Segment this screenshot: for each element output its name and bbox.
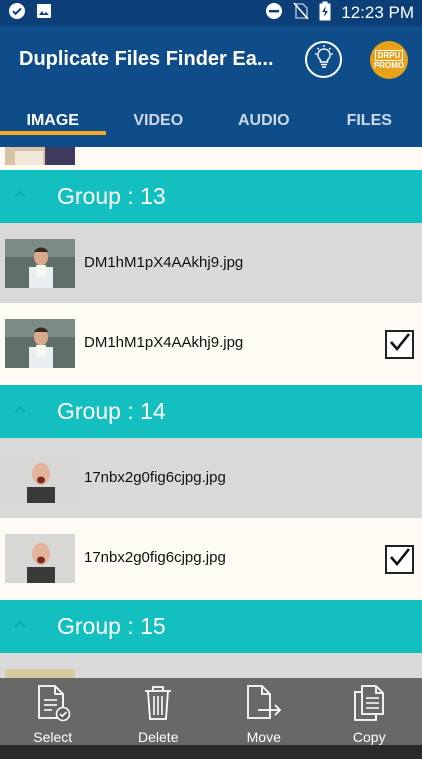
do-not-disturb-icon — [265, 2, 283, 25]
duplicate-list[interactable]: Group : 13 DM1hM1pX4AAkhj9.jpg DM1hM1pX4… — [0, 147, 422, 678]
tab-video[interactable]: VIDEO — [106, 94, 212, 147]
battery-charging-icon — [319, 1, 331, 26]
tips-button[interactable] — [305, 41, 342, 78]
copy-file-icon — [351, 684, 387, 727]
tab-files[interactable]: FILES — [317, 94, 422, 147]
app-bar: Duplicate Files Finder Ea... DRPU PROMO — [0, 26, 422, 94]
file-name: DM1hM1pX4AAkhj9.jpg — [84, 334, 244, 351]
select-button[interactable]: Select — [0, 678, 106, 745]
move-file-icon — [244, 684, 284, 727]
thumbnail-image — [5, 319, 75, 368]
list-item-partial[interactable] — [0, 147, 422, 170]
image-icon — [36, 3, 52, 24]
delete-button[interactable]: Delete — [106, 678, 212, 745]
list-item[interactable]: DM1hM1pX4AAkhj9.jpg — [0, 303, 422, 383]
group-header-13[interactable]: Group : 13 — [0, 170, 422, 223]
tab-bar: IMAGE VIDEO AUDIO FILES — [0, 94, 422, 147]
group-header-15[interactable]: Group : 15 — [0, 600, 422, 653]
active-tab-indicator — [0, 131, 106, 135]
group-label: Group : 14 — [57, 398, 166, 424]
copy-button[interactable]: Copy — [317, 678, 422, 745]
promo-brand: DRPU — [374, 50, 404, 61]
thumbnail-image — [5, 239, 75, 288]
chevron-up-icon — [13, 403, 27, 417]
list-item-partial[interactable] — [0, 653, 422, 678]
chevron-up-icon — [13, 618, 27, 632]
file-name: 17nbx2g0fig6cjpg.jpg — [84, 469, 226, 486]
thumbnail-image — [5, 454, 75, 503]
list-item[interactable]: 17nbx2g0fig6cjpg.jpg — [0, 518, 422, 598]
checkmark-icon — [389, 547, 411, 572]
list-item[interactable]: 17nbx2g0fig6cjpg.jpg — [0, 438, 422, 518]
file-name: 17nbx2g0fig6cjpg.jpg — [84, 549, 226, 566]
tab-audio[interactable]: AUDIO — [211, 94, 317, 147]
promo-label: PROMO — [373, 61, 405, 70]
group-label: Group : 15 — [57, 613, 166, 639]
check-circle-icon — [8, 2, 26, 25]
delete-label: Delete — [138, 729, 179, 745]
select-checkbox[interactable] — [385, 330, 414, 359]
bottom-toolbar: Select Delete Move Copy — [0, 678, 422, 745]
list-item[interactable]: DM1hM1pX4AAkhj9.jpg — [0, 223, 422, 303]
move-label: Move — [246, 729, 281, 745]
thumbnail-image — [5, 669, 75, 678]
lightbulb-icon — [313, 45, 335, 74]
select-file-icon — [35, 684, 71, 727]
promo-button[interactable]: DRPU PROMO — [370, 41, 408, 79]
thumbnail-image — [5, 147, 75, 165]
checkmark-icon — [389, 332, 411, 357]
trash-icon — [142, 684, 174, 727]
status-time: 12:23 PM — [341, 3, 414, 22]
move-button[interactable]: Move — [211, 678, 317, 745]
tab-image[interactable]: IMAGE — [0, 94, 106, 147]
thumbnail-image — [5, 534, 75, 583]
chevron-up-icon — [13, 188, 27, 202]
app-root: 12:23 PM Duplicate Files Finder Ea... DR — [0, 0, 422, 759]
app-title: Duplicate Files Finder Ea... — [19, 48, 274, 70]
copy-label: Copy — [352, 729, 386, 745]
file-name: DM1hM1pX4AAkhj9.jpg — [84, 254, 244, 271]
select-checkbox[interactable] — [385, 545, 414, 574]
group-header-14[interactable]: Group : 14 — [0, 385, 422, 438]
group-label: Group : 13 — [57, 183, 166, 209]
status-bar: 12:23 PM — [0, 0, 422, 26]
select-label: Select — [33, 729, 73, 745]
system-nav-bar — [0, 745, 422, 759]
no-sim-icon — [293, 1, 309, 25]
